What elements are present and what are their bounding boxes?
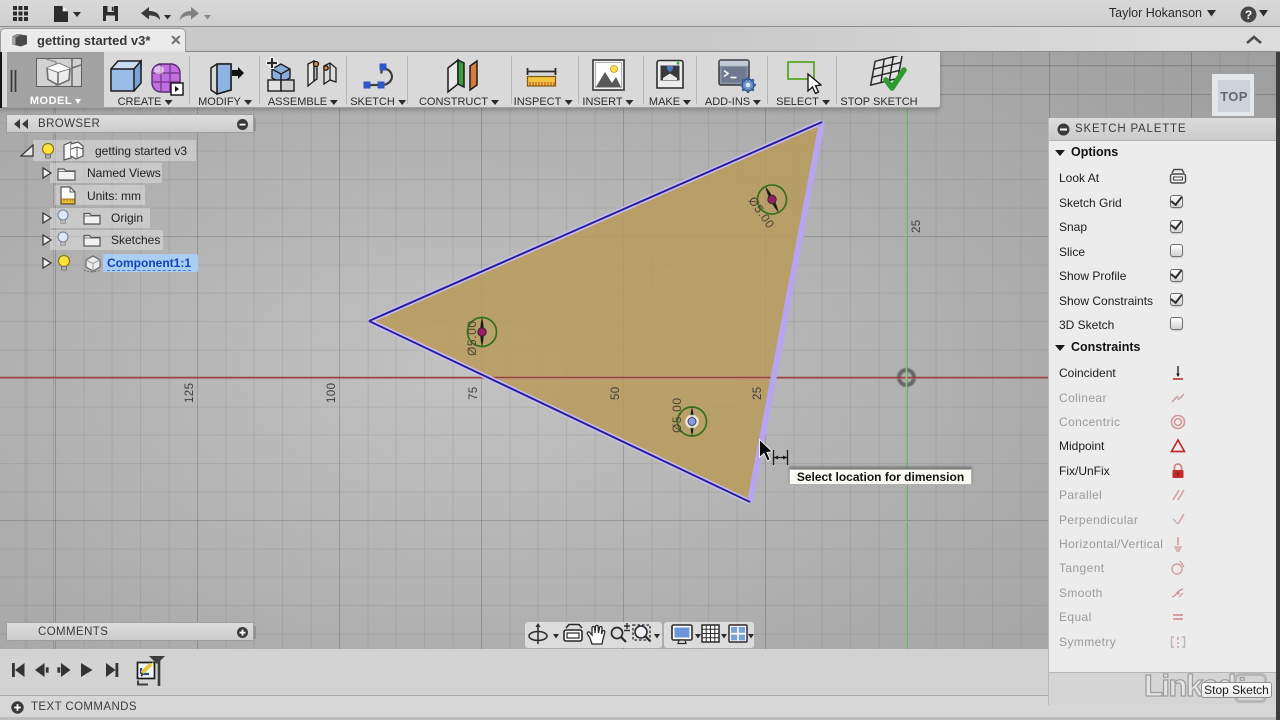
svg-text:?: ? [1245,8,1252,22]
